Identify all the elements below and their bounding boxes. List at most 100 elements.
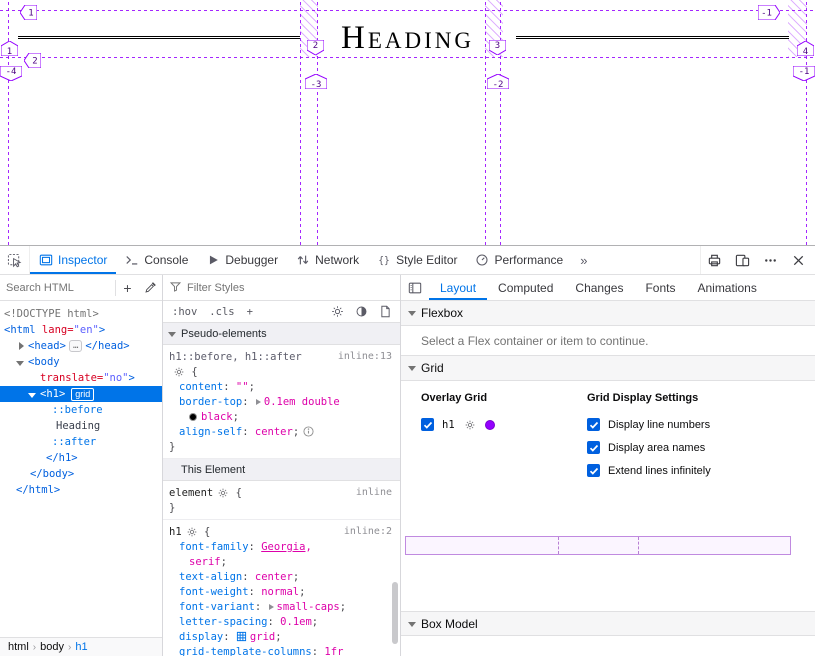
element-picker-icon[interactable] bbox=[0, 246, 30, 274]
code-val[interactable]: normal bbox=[261, 586, 299, 598]
close-devtools-icon[interactable] bbox=[785, 247, 811, 273]
css-rule-line[interactable]: align-self: center; bbox=[163, 424, 400, 439]
code-val[interactable]: 0.1em double bbox=[264, 396, 340, 408]
add-node-button[interactable]: + bbox=[116, 276, 139, 300]
selector-highlighter-icon[interactable] bbox=[217, 487, 229, 499]
code-link[interactable]: inline bbox=[356, 487, 400, 498]
twisty-icon[interactable] bbox=[16, 358, 25, 367]
code-val[interactable]: 1fr bbox=[324, 646, 343, 656]
tab-console[interactable]: Console bbox=[116, 246, 197, 274]
tab-debugger[interactable]: Debugger bbox=[197, 246, 287, 274]
tab-computed[interactable]: Computed bbox=[487, 275, 564, 300]
toggle-cls[interactable]: .cls bbox=[204, 304, 239, 320]
tab-fonts[interactable]: Fonts bbox=[634, 275, 686, 300]
markup-node[interactable]: <head>…</head> bbox=[0, 338, 162, 354]
code-val[interactable]: black bbox=[201, 411, 233, 423]
breadcrumb-item-body[interactable]: body bbox=[40, 641, 64, 653]
info-icon[interactable] bbox=[303, 426, 314, 437]
css-rule-line[interactable]: { bbox=[163, 364, 400, 379]
code-link[interactable]: inline:2 bbox=[344, 526, 400, 537]
css-rule-line[interactable]: grid-template-columns: 1fr bbox=[163, 644, 400, 656]
color-swatch-black[interactable] bbox=[189, 413, 197, 421]
expand-shorthand-icon[interactable] bbox=[256, 399, 261, 405]
expand-panel-icon[interactable] bbox=[401, 275, 429, 300]
tab-network[interactable]: Network bbox=[287, 246, 368, 274]
toggle-hov[interactable]: :hov bbox=[167, 304, 202, 320]
css-rule-line[interactable]: h1 {inline:2 bbox=[163, 524, 400, 539]
light-color-scheme-icon[interactable] bbox=[326, 302, 348, 322]
print-media-simulation-icon[interactable] bbox=[374, 302, 396, 322]
code-val[interactable]: 0.1em bbox=[280, 616, 312, 628]
grid-color-swatch[interactable] bbox=[485, 420, 495, 430]
css-rule-line[interactable]: serif; bbox=[163, 554, 400, 569]
code-badge[interactable]: grid bbox=[71, 388, 94, 401]
css-rule-line[interactable]: text-align: center; bbox=[163, 569, 400, 584]
checkbox-checked[interactable] bbox=[587, 418, 600, 431]
code-prop[interactable]: font-variant bbox=[179, 601, 255, 613]
code-prop[interactable]: font-family bbox=[179, 541, 249, 553]
eyedropper-icon[interactable] bbox=[139, 276, 162, 300]
box-model-section-header[interactable]: Box Model bbox=[401, 611, 815, 636]
code-prop[interactable]: border-top bbox=[179, 396, 242, 408]
markup-node[interactable]: <body bbox=[0, 354, 162, 370]
markup-node[interactable]: ::before bbox=[0, 402, 162, 418]
selector-highlighter-icon[interactable] bbox=[173, 366, 185, 378]
breadcrumb-item-html[interactable]: html bbox=[8, 641, 29, 653]
filter-styles-input[interactable] bbox=[187, 282, 394, 294]
css-rule-line[interactable]: font-variant: small-caps; bbox=[163, 599, 400, 614]
code-val[interactable]: center bbox=[255, 571, 293, 583]
tab-changes[interactable]: Changes bbox=[564, 275, 634, 300]
tab-overflow-button[interactable]: » bbox=[572, 246, 595, 274]
twisty-icon[interactable] bbox=[16, 342, 25, 351]
css-rule-line[interactable]: black; bbox=[163, 409, 400, 424]
css-rule-line[interactable]: border-top: 0.1em double bbox=[163, 394, 400, 409]
code-val-link[interactable]: Georgia bbox=[261, 541, 305, 553]
css-rule-line[interactable]: display: grid; bbox=[163, 629, 400, 644]
css-rule-line[interactable]: element {inline bbox=[163, 485, 400, 500]
grid-outline-preview[interactable] bbox=[405, 536, 791, 555]
code-prop[interactable]: letter-spacing bbox=[179, 616, 268, 628]
checkbox-checked[interactable] bbox=[587, 441, 600, 454]
markup-node[interactable]: <html lang="en"> bbox=[0, 322, 162, 338]
tab-inspector[interactable]: Inspector bbox=[30, 246, 116, 274]
code-val[interactable]: center bbox=[255, 426, 293, 438]
checkbox-checked[interactable] bbox=[587, 464, 600, 477]
code-pseudo[interactable]: ::before bbox=[52, 404, 103, 416]
css-rule-line[interactable]: font-weight: normal; bbox=[163, 584, 400, 599]
css-rule-line[interactable]: letter-spacing: 0.1em; bbox=[163, 614, 400, 629]
css-rule-line[interactable]: font-family: Georgia, bbox=[163, 539, 400, 554]
grid-section-header[interactable]: Grid bbox=[401, 356, 815, 381]
code-val[interactable]: grid bbox=[250, 631, 275, 643]
code-prop[interactable]: content bbox=[179, 381, 223, 393]
code-pseudo[interactable]: ::after bbox=[52, 436, 96, 448]
code-prop[interactable]: font-weight bbox=[179, 586, 249, 598]
tab-style-editor[interactable]: {}Style Editor bbox=[368, 246, 466, 274]
code-val[interactable]: "" bbox=[236, 381, 249, 393]
expand-shorthand-icon[interactable] bbox=[269, 604, 274, 610]
code-val[interactable]: small-caps bbox=[277, 601, 340, 613]
css-rule-line[interactable]: } bbox=[163, 439, 400, 454]
markup-node[interactable]: <!DOCTYPE html> bbox=[0, 306, 162, 322]
code-sel-muted[interactable]: h1::before, h1::after bbox=[169, 351, 302, 363]
code-prop[interactable]: align-self bbox=[179, 426, 242, 438]
markup-node[interactable]: </h1> bbox=[0, 450, 162, 466]
scrollbar-thumb[interactable] bbox=[392, 582, 398, 644]
more-options-icon[interactable] bbox=[757, 247, 783, 273]
responsive-design-mode-icon[interactable] bbox=[729, 247, 755, 273]
code-val[interactable]: , bbox=[305, 541, 311, 553]
code-ellipsis[interactable]: … bbox=[69, 340, 82, 352]
css-rule-line[interactable]: content: ""; bbox=[163, 379, 400, 394]
tab-layout[interactable]: Layout bbox=[429, 275, 487, 300]
tab-performance[interactable]: Performance bbox=[466, 246, 572, 274]
markup-node[interactable]: Heading bbox=[0, 418, 162, 434]
tab-animations[interactable]: Animations bbox=[686, 275, 767, 300]
selector-highlighter-icon[interactable] bbox=[186, 526, 198, 538]
code-link[interactable]: inline:13 bbox=[338, 351, 400, 362]
twisty-icon[interactable] bbox=[28, 390, 37, 399]
toggle-[interactable]: + bbox=[242, 304, 258, 320]
markup-node[interactable]: ::after bbox=[0, 434, 162, 450]
checkbox-checked[interactable] bbox=[421, 418, 434, 431]
code-prop[interactable]: text-align bbox=[179, 571, 242, 583]
grid-toggle-icon[interactable] bbox=[236, 631, 247, 642]
search-html-input[interactable] bbox=[0, 282, 115, 294]
